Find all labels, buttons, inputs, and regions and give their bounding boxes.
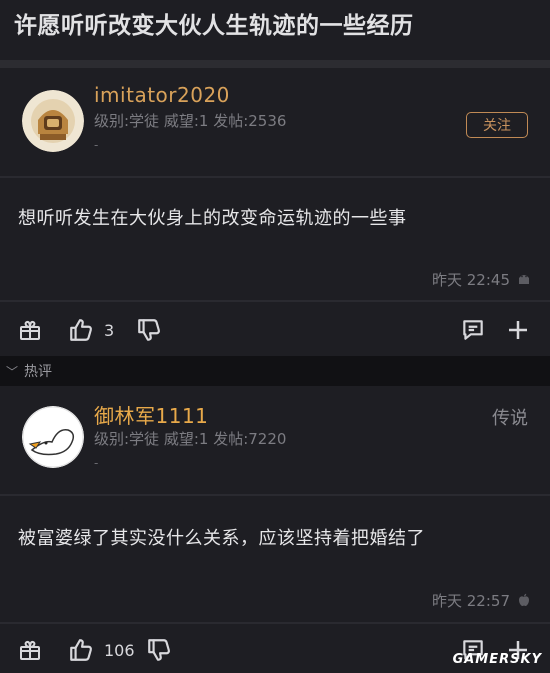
thumbs-up-icon (70, 639, 92, 661)
rank-badge: 传说 (492, 408, 528, 429)
comment-time: 昨天 22:57 (432, 592, 510, 610)
hot-comment: 御林军1111 级别:学徒 威望:1 发帖:7220 - 传说 被富婆绿了其实没… (0, 386, 550, 673)
gift-icon (20, 320, 40, 340)
post-actions: 3 (0, 310, 550, 350)
watermark: GAMERSKY (452, 652, 542, 667)
avatar[interactable] (22, 90, 84, 152)
follow-button[interactable]: 关注 (466, 112, 528, 138)
username[interactable]: imitator2020 (94, 83, 230, 107)
hot-comments-header[interactable]: ﹀ 热评 (0, 356, 550, 386)
gift-button[interactable] (18, 310, 42, 350)
divider (0, 300, 550, 302)
user-meta: 级别:学徒 威望:1 发帖:7220 (94, 430, 287, 448)
username[interactable]: 御林军1111 (94, 400, 208, 429)
thumbs-down-icon (138, 319, 160, 341)
divider (0, 60, 550, 68)
like-button[interactable]: 3 (68, 310, 114, 350)
post-content: 想听听发生在大伙身上的改变命运轨迹的一些事 (18, 208, 407, 229)
thumbs-down-icon (148, 639, 170, 661)
gift-icon (20, 640, 40, 660)
user-signature: - (94, 456, 99, 470)
chevron-down-icon: ﹀ (6, 364, 19, 379)
android-icon (516, 271, 532, 287)
user-signature: - (94, 138, 99, 152)
divider (0, 176, 550, 178)
like-count: 3 (104, 320, 115, 340)
original-post: imitator2020 级别:学徒 威望:1 发帖:2536 - 关注 想听听… (0, 68, 550, 356)
like-button[interactable]: 106 (68, 630, 135, 670)
thumbs-up-icon (70, 319, 92, 341)
divider (0, 622, 550, 624)
comment-content: 被富婆绿了其实没什么关系，应该坚持着把婚结了 (18, 528, 425, 549)
gift-button[interactable] (18, 630, 42, 670)
more-button[interactable] (506, 310, 530, 350)
user-meta: 级别:学徒 威望:1 发帖:2536 (94, 112, 287, 130)
comment-icon (463, 320, 483, 340)
divider (0, 494, 550, 496)
dislike-button[interactable] (146, 630, 172, 670)
reply-button[interactable] (460, 310, 486, 350)
apple-icon (516, 592, 532, 608)
thread-title: 许愿听听改变大伙人生轨迹的一些经历 (14, 13, 414, 39)
hot-comments-label: 热评 (24, 364, 53, 380)
like-count: 106 (104, 640, 135, 660)
plus-icon (509, 321, 527, 339)
dislike-button[interactable] (136, 310, 162, 350)
avatar[interactable] (22, 406, 84, 468)
post-time: 昨天 22:45 (432, 271, 510, 289)
